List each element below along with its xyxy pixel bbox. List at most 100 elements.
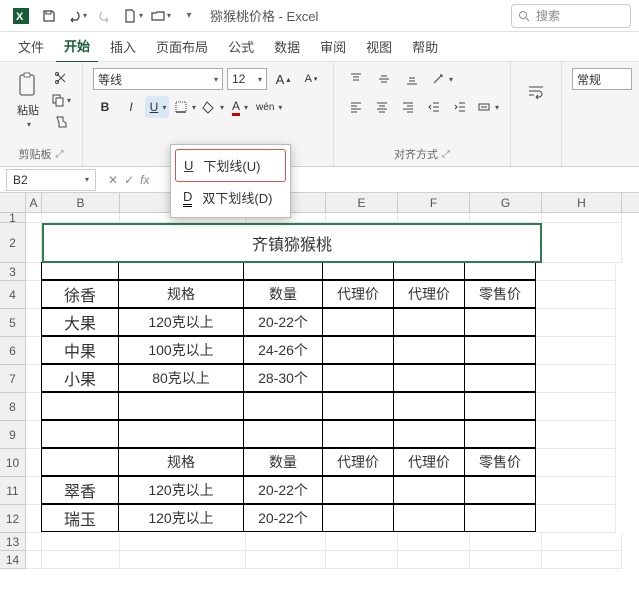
row-header[interactable]: 9	[0, 421, 26, 449]
tab-review[interactable]: 审阅	[312, 31, 354, 62]
select-all-corner[interactable]	[0, 193, 26, 212]
fill-color-button[interactable]: ▾	[199, 96, 225, 118]
search-input[interactable]: 搜索	[511, 4, 631, 28]
align-left-icon[interactable]	[344, 96, 368, 118]
decrease-indent-icon[interactable]	[422, 96, 446, 118]
row-header[interactable]: 14	[0, 551, 26, 569]
cell[interactable]: 24-26个	[243, 336, 323, 364]
copy-icon[interactable]: ▾	[50, 90, 72, 110]
redo-icon[interactable]	[92, 3, 118, 29]
cell[interactable]: 代理价	[393, 448, 465, 476]
row-header[interactable]: 6	[0, 337, 26, 365]
col-header[interactable]: E	[326, 193, 398, 212]
cell[interactable]: 徐香	[41, 280, 119, 308]
cell[interactable]: 规格	[118, 280, 244, 308]
fx-icon[interactable]: fx	[140, 173, 149, 187]
cell[interactable]: 120克以上	[118, 308, 244, 336]
new-file-icon[interactable]: ▾	[120, 3, 146, 29]
col-header[interactable]: A	[26, 193, 42, 212]
qat-customize-icon[interactable]: ▾	[176, 3, 202, 29]
cell[interactable]: 零售价	[464, 280, 536, 308]
cancel-formula-icon[interactable]: ✕	[108, 173, 118, 187]
row-header[interactable]: 5	[0, 309, 26, 337]
underline-double-item[interactable]: D 双下划线(D)	[175, 182, 286, 213]
undo-icon[interactable]: ▾	[64, 3, 90, 29]
underline-single-item[interactable]: U 下划线(U)	[175, 149, 286, 182]
row-header[interactable]: 7	[0, 365, 26, 393]
font-size-combo[interactable]: 12▾	[227, 68, 267, 90]
row-header[interactable]: 11	[0, 477, 26, 505]
cell[interactable]: 中果	[41, 336, 119, 364]
row-header[interactable]: 13	[0, 533, 26, 551]
tab-data[interactable]: 数据	[266, 31, 308, 62]
align-bottom-icon[interactable]	[400, 68, 424, 90]
col-header[interactable]: G	[470, 193, 542, 212]
font-name-combo[interactable]: 等线▾	[93, 68, 223, 90]
excel-icon[interactable]: X	[8, 3, 34, 29]
col-header[interactable]: B	[42, 193, 120, 212]
cell[interactable]: 规格	[118, 448, 244, 476]
cell[interactable]: 大果	[41, 308, 119, 336]
font-color-button[interactable]: A▾	[227, 96, 251, 118]
tab-home[interactable]: 开始	[56, 30, 98, 63]
wrap-text-icon[interactable]	[521, 68, 551, 118]
alignment-launcher-icon[interactable]: ⤢	[442, 149, 450, 160]
open-folder-icon[interactable]: ▾	[148, 3, 174, 29]
underline-button[interactable]: U▾	[145, 96, 169, 118]
cell[interactable]: 20-22个	[243, 504, 323, 532]
cell[interactable]: 20-22个	[243, 308, 323, 336]
row-header[interactable]: 12	[0, 505, 26, 533]
row-header[interactable]: 4	[0, 281, 26, 309]
borders-button[interactable]: ▾	[171, 96, 197, 118]
tab-file[interactable]: 文件	[10, 31, 52, 62]
save-icon[interactable]	[36, 3, 62, 29]
cell[interactable]: 120克以上	[118, 476, 244, 504]
enter-formula-icon[interactable]: ✓	[124, 173, 134, 187]
cell[interactable]: 瑞玉	[41, 504, 119, 532]
orientation-icon[interactable]: ▾	[428, 68, 454, 90]
col-header[interactable]: H	[542, 193, 622, 212]
col-header[interactable]: F	[398, 193, 470, 212]
cell[interactable]: 80克以上	[118, 364, 244, 392]
cell[interactable]: 代理价	[322, 448, 394, 476]
align-top-icon[interactable]	[344, 68, 368, 90]
cell[interactable]: 100克以上	[118, 336, 244, 364]
cell[interactable]: 翠香	[41, 476, 119, 504]
align-center-icon[interactable]	[370, 96, 394, 118]
cell[interactable]: 代理价	[393, 280, 465, 308]
phonetic-button[interactable]: wén▾	[253, 96, 283, 118]
spreadsheet-grid[interactable]: A B C D E F G H 1 2 齐镇猕猴桃 3 4 徐香 规格 数量 代…	[0, 193, 639, 569]
clipboard-launcher-icon[interactable]: ⤢	[56, 149, 64, 160]
cut-icon[interactable]	[50, 68, 72, 88]
italic-button[interactable]: I	[119, 96, 143, 118]
number-format-combo[interactable]: 常规	[572, 68, 632, 90]
merged-title-cell[interactable]: 齐镇猕猴桃	[42, 223, 542, 263]
name-box[interactable]: B2▾	[6, 169, 96, 191]
row-header[interactable]: 1	[0, 213, 26, 223]
cell[interactable]: 20-22个	[243, 476, 323, 504]
tab-view[interactable]: 视图	[358, 31, 400, 62]
cell[interactable]: 28-30个	[243, 364, 323, 392]
bold-button[interactable]: B	[93, 96, 117, 118]
row-header[interactable]: 10	[0, 449, 26, 477]
tab-formulas[interactable]: 公式	[220, 31, 262, 62]
cell[interactable]: 数量	[243, 448, 323, 476]
cell[interactable]: 零售价	[464, 448, 536, 476]
tab-layout[interactable]: 页面布局	[148, 31, 216, 62]
row-header[interactable]: 3	[0, 263, 26, 281]
align-middle-icon[interactable]	[372, 68, 396, 90]
cell[interactable]: 代理价	[322, 280, 394, 308]
tab-help[interactable]: 帮助	[404, 31, 446, 62]
increase-indent-icon[interactable]	[448, 96, 472, 118]
increase-font-icon[interactable]: A▴	[271, 68, 295, 90]
merge-cells-icon[interactable]: ▾	[474, 96, 500, 118]
cell[interactable]: 数量	[243, 280, 323, 308]
format-painter-icon[interactable]	[50, 112, 72, 132]
paste-button[interactable]: 粘贴 ▾	[10, 68, 46, 133]
decrease-font-icon[interactable]: A▾	[299, 68, 323, 90]
align-right-icon[interactable]	[396, 96, 420, 118]
cell[interactable]: 小果	[41, 364, 119, 392]
cell[interactable]: 120克以上	[118, 504, 244, 532]
row-header[interactable]: 8	[0, 393, 26, 421]
tab-insert[interactable]: 插入	[102, 31, 144, 62]
